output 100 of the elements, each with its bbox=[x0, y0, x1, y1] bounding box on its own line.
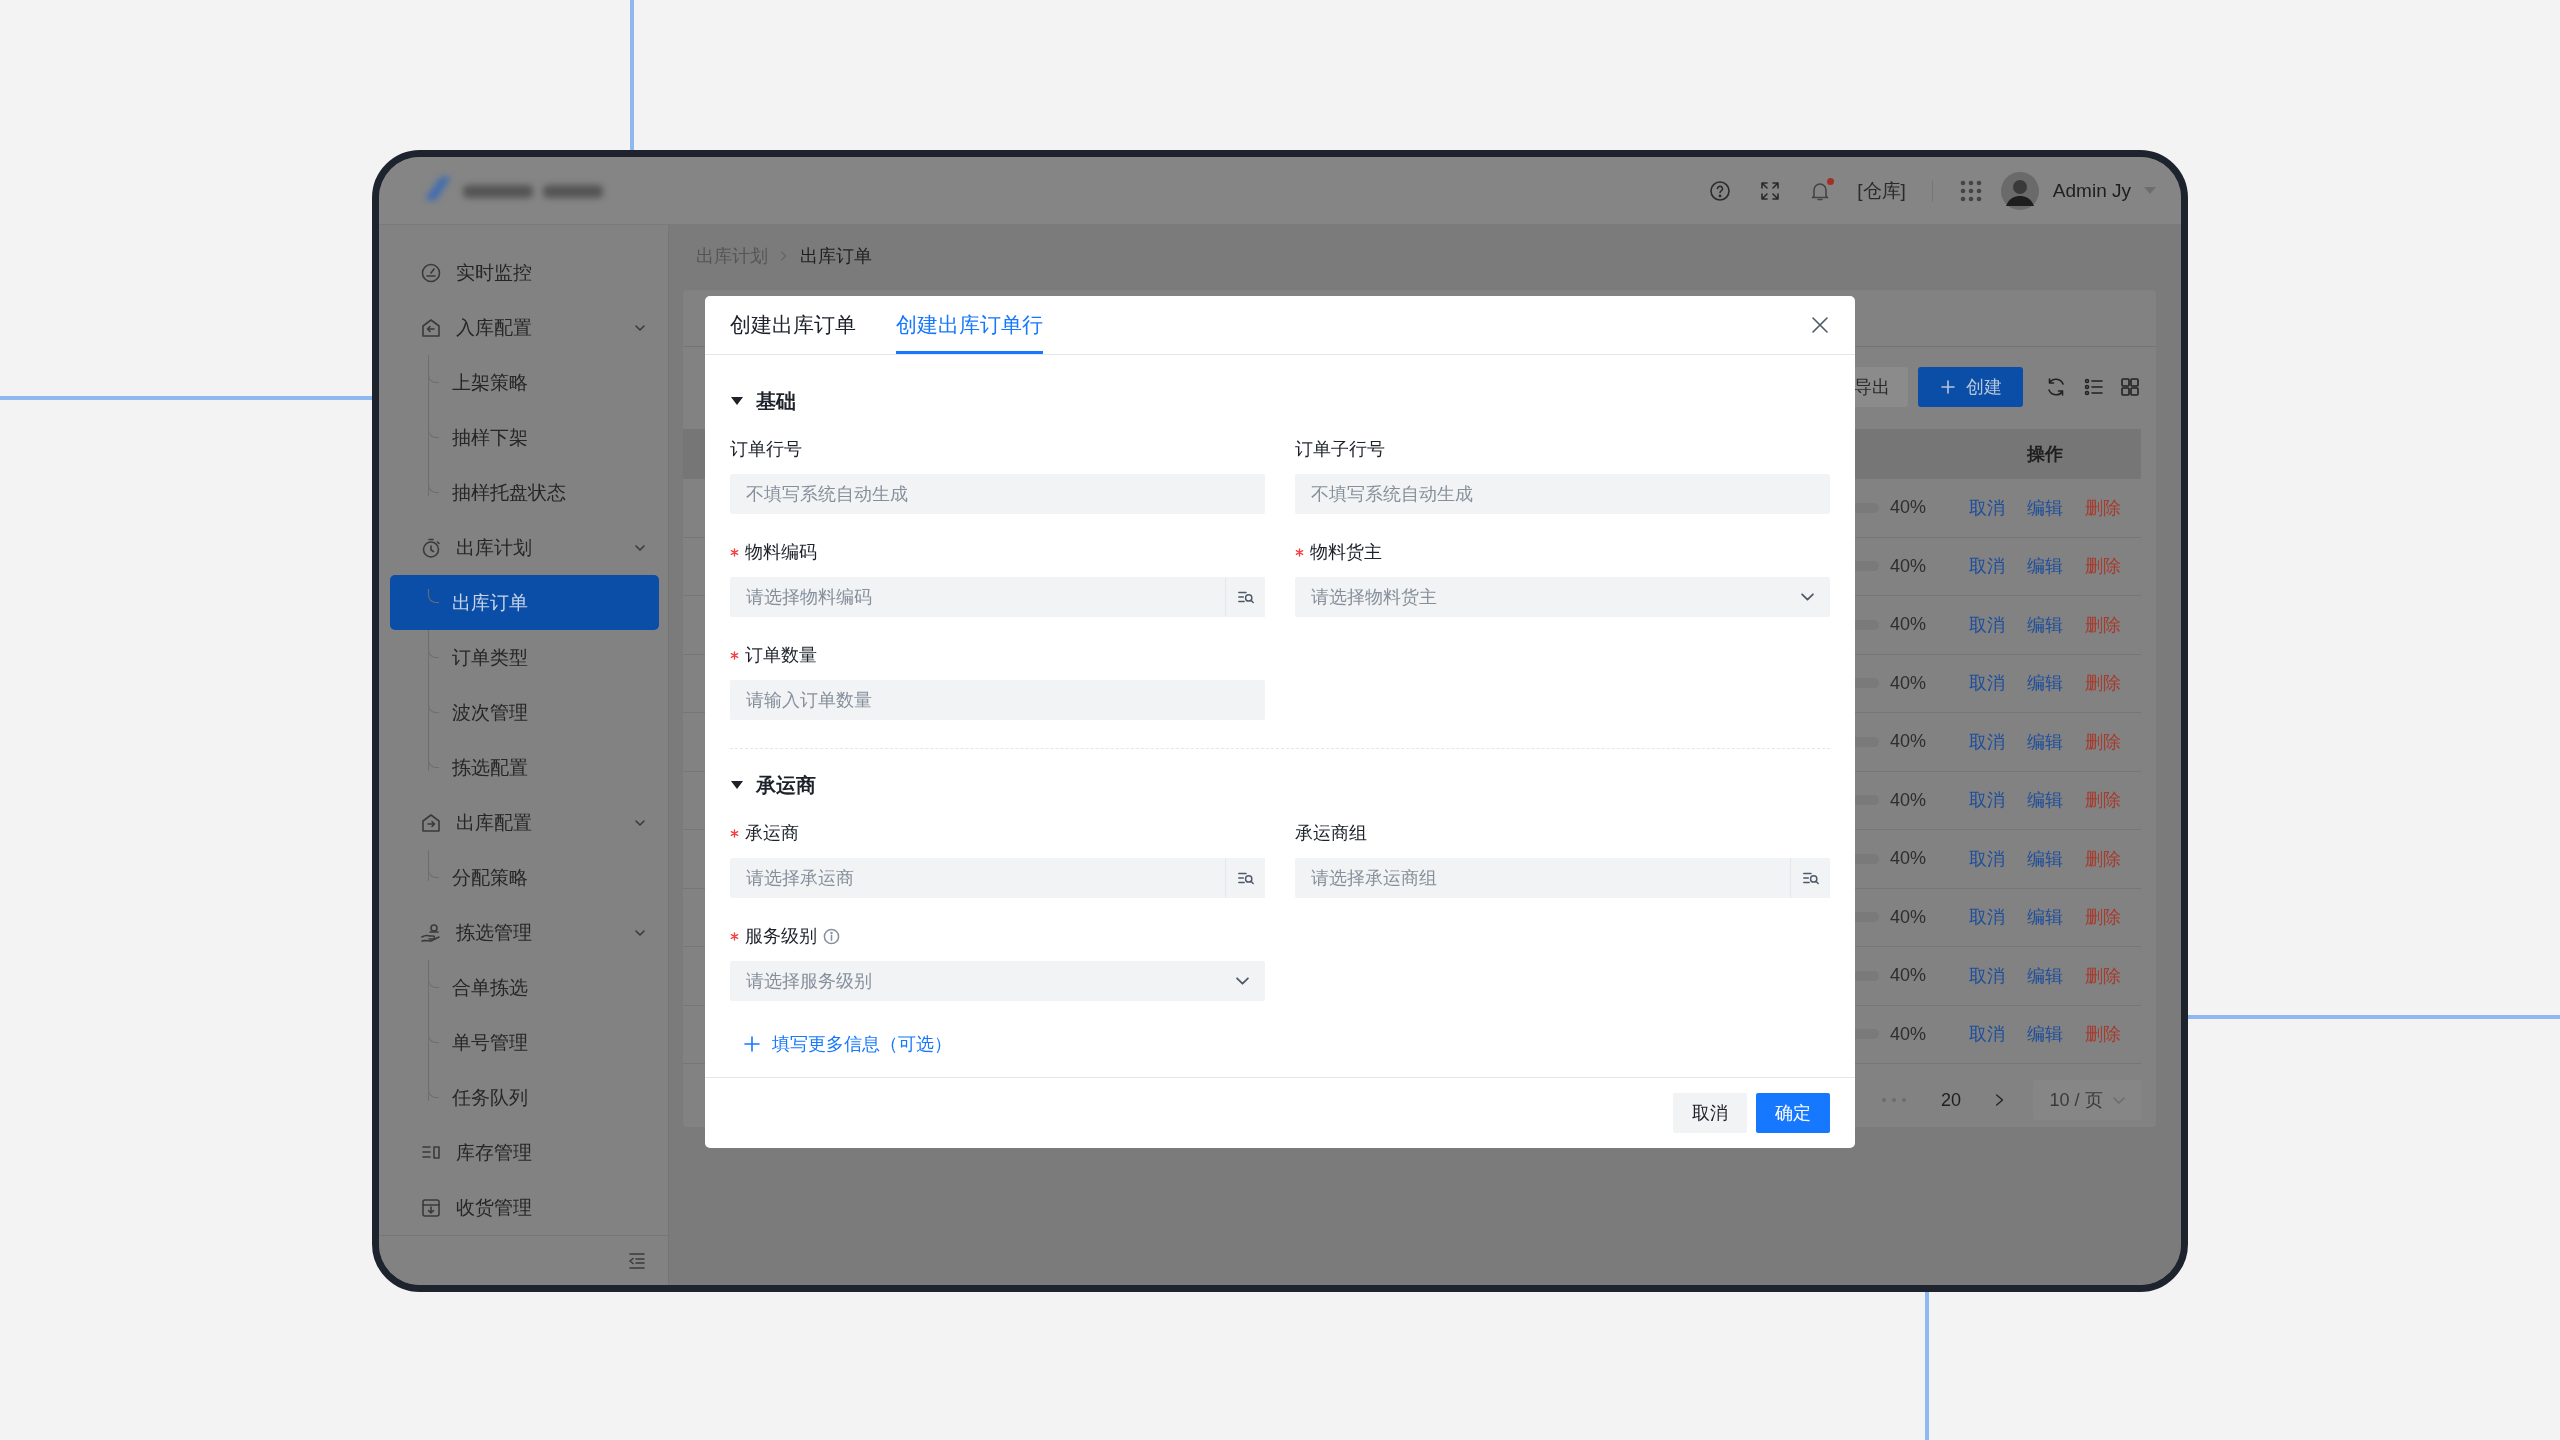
delete-link[interactable]: 删除 bbox=[2085, 671, 2121, 696]
delete-link[interactable]: 删除 bbox=[2085, 612, 2121, 637]
action-link[interactable]: 取消 bbox=[1969, 1022, 2005, 1047]
action-link[interactable]: 取消 bbox=[1969, 729, 2005, 754]
input-field[interactable]: 不填写系统自动生成 bbox=[1295, 474, 1830, 514]
section-title: 承运商 bbox=[756, 772, 816, 798]
nav-item[interactable]: 拣选配置 bbox=[390, 740, 659, 795]
nav-item[interactable]: 实时监控 bbox=[390, 245, 659, 300]
action-link[interactable]: 编辑 bbox=[2027, 963, 2063, 988]
delete-link[interactable]: 删除 bbox=[2085, 1022, 2121, 1047]
nav-item[interactable]: 收货管理 bbox=[390, 1180, 659, 1235]
apps-icon[interactable] bbox=[1958, 178, 1983, 203]
page-size-select[interactable]: 10 / 页 bbox=[2033, 1080, 2141, 1120]
action-link[interactable]: 编辑 bbox=[2027, 554, 2063, 579]
nav-item[interactable]: 任务队列 bbox=[390, 1070, 659, 1125]
action-link[interactable]: 取消 bbox=[1969, 788, 2005, 813]
nav-item[interactable]: 波次管理 bbox=[390, 685, 659, 740]
more-info-link[interactable]: 填写更多信息（可选） bbox=[744, 1032, 952, 1056]
next-page-icon[interactable] bbox=[1995, 1093, 2005, 1107]
nav-item[interactable]: 抽样下架 bbox=[390, 410, 659, 465]
progress-percent: 40% bbox=[1889, 789, 1928, 811]
help-icon[interactable] bbox=[1709, 179, 1732, 202]
user-name[interactable]: Admin Jy bbox=[2052, 179, 2131, 202]
page-number[interactable]: 20 bbox=[1940, 1089, 1961, 1111]
action-link[interactable]: 编辑 bbox=[2027, 788, 2063, 813]
create-button[interactable]: 创建 bbox=[1918, 367, 2023, 407]
progress-percent: 40% bbox=[1889, 614, 1928, 636]
action-link[interactable]: 取消 bbox=[1969, 612, 2005, 637]
required-star-icon bbox=[730, 650, 739, 660]
nav-icon bbox=[420, 1196, 442, 1219]
field-label: 承运商 bbox=[745, 822, 799, 845]
nav-item[interactable]: 拣选管理 bbox=[390, 905, 659, 960]
select-field[interactable]: 请选择物料货主 bbox=[1295, 577, 1830, 617]
progress-percent: 40% bbox=[1889, 731, 1928, 753]
breadcrumb-item: 出库订单 bbox=[800, 245, 872, 268]
tab[interactable]: 创建出库订单 bbox=[730, 296, 856, 354]
required-star-icon bbox=[730, 547, 739, 557]
delete-link[interactable]: 删除 bbox=[2085, 905, 2121, 930]
required-star-icon bbox=[730, 931, 739, 941]
delete-link[interactable]: 删除 bbox=[2085, 729, 2121, 754]
action-link[interactable]: 取消 bbox=[1969, 846, 2005, 871]
action-link[interactable]: 编辑 bbox=[2027, 495, 2063, 520]
action-link[interactable]: 取消 bbox=[1969, 495, 2005, 520]
grid-view-icon[interactable] bbox=[2119, 376, 2141, 398]
action-link[interactable]: 编辑 bbox=[2027, 612, 2063, 637]
required-star-icon bbox=[730, 828, 739, 838]
tab[interactable]: 创建出库订单行 bbox=[896, 296, 1043, 354]
select-field[interactable]: 请选择服务级别 bbox=[730, 961, 1265, 1001]
action-link[interactable]: 取消 bbox=[1969, 905, 2005, 930]
nav-item[interactable]: 单号管理 bbox=[390, 1015, 659, 1070]
action-link[interactable]: 取消 bbox=[1969, 554, 2005, 579]
nav-icon bbox=[420, 316, 442, 339]
action-link[interactable]: 编辑 bbox=[2027, 671, 2063, 696]
nav-item[interactable]: 出库配置 bbox=[390, 795, 659, 850]
info-icon[interactable] bbox=[823, 927, 840, 945]
action-link[interactable]: 取消 bbox=[1969, 671, 2005, 696]
delete-link[interactable]: 删除 bbox=[2085, 963, 2121, 988]
delete-link[interactable]: 删除 bbox=[2085, 846, 2121, 871]
nav-item[interactable]: 出库订单 bbox=[390, 575, 659, 630]
input-field[interactable]: 不填写系统自动生成 bbox=[730, 474, 1265, 514]
lookup-field[interactable]: 请选择物料编码 bbox=[730, 577, 1225, 617]
input-field[interactable]: 请输入订单数量 bbox=[730, 680, 1265, 720]
refresh-icon[interactable] bbox=[2045, 376, 2067, 398]
action-link[interactable]: 取消 bbox=[1969, 963, 2005, 988]
action-link[interactable]: 编辑 bbox=[2027, 846, 2063, 871]
collapse-menu-icon[interactable] bbox=[626, 1250, 648, 1272]
chevron-down-icon[interactable] bbox=[1801, 593, 1814, 601]
section-title: 基础 bbox=[756, 388, 796, 414]
action-link[interactable]: 编辑 bbox=[2027, 905, 2063, 930]
field-label: 订单数量 bbox=[745, 644, 817, 667]
nav-item[interactable]: 订单类型 bbox=[390, 630, 659, 685]
confirm-button[interactable]: 确定 bbox=[1756, 1093, 1830, 1133]
lookup-button[interactable] bbox=[1225, 858, 1265, 898]
action-link[interactable]: 编辑 bbox=[2027, 729, 2063, 754]
delete-link[interactable]: 删除 bbox=[2085, 788, 2121, 813]
chevron-down-icon[interactable] bbox=[1236, 977, 1249, 985]
close-icon[interactable] bbox=[1810, 315, 1830, 335]
nav-item[interactable]: 抽样托盘状态 bbox=[390, 465, 659, 520]
delete-link[interactable]: 删除 bbox=[2085, 554, 2121, 579]
fullscreen-icon[interactable] bbox=[1759, 179, 1782, 202]
lookup-field[interactable]: 请选择承运商组 bbox=[1295, 858, 1790, 898]
nav-item[interactable]: 上架策略 bbox=[390, 355, 659, 410]
lookup-field[interactable]: 请选择承运商 bbox=[730, 858, 1225, 898]
nav-item[interactable]: 库存管理 bbox=[390, 1125, 659, 1180]
action-link[interactable]: 编辑 bbox=[2027, 1022, 2063, 1047]
lookup-button[interactable] bbox=[1790, 858, 1830, 898]
warehouse-label[interactable]: [仓库] bbox=[1857, 177, 1906, 204]
lookup-button[interactable] bbox=[1225, 577, 1265, 617]
field-label: 服务级别 bbox=[745, 925, 817, 948]
nav-item[interactable]: 分配策略 bbox=[390, 850, 659, 905]
nav-item[interactable]: 入库配置 bbox=[390, 300, 659, 355]
field-label: 订单子行号 bbox=[1295, 438, 1385, 461]
nav-icon bbox=[420, 921, 442, 944]
cancel-button[interactable]: 取消 bbox=[1673, 1093, 1747, 1133]
nav-item[interactable]: 出库计划 bbox=[390, 520, 659, 575]
delete-link[interactable]: 删除 bbox=[2085, 495, 2121, 520]
nav-item[interactable]: 合单拣选 bbox=[390, 960, 659, 1015]
progress-percent: 40% bbox=[1889, 672, 1928, 694]
list-settings-icon[interactable] bbox=[2083, 376, 2105, 398]
avatar-icon[interactable] bbox=[2000, 171, 2039, 210]
